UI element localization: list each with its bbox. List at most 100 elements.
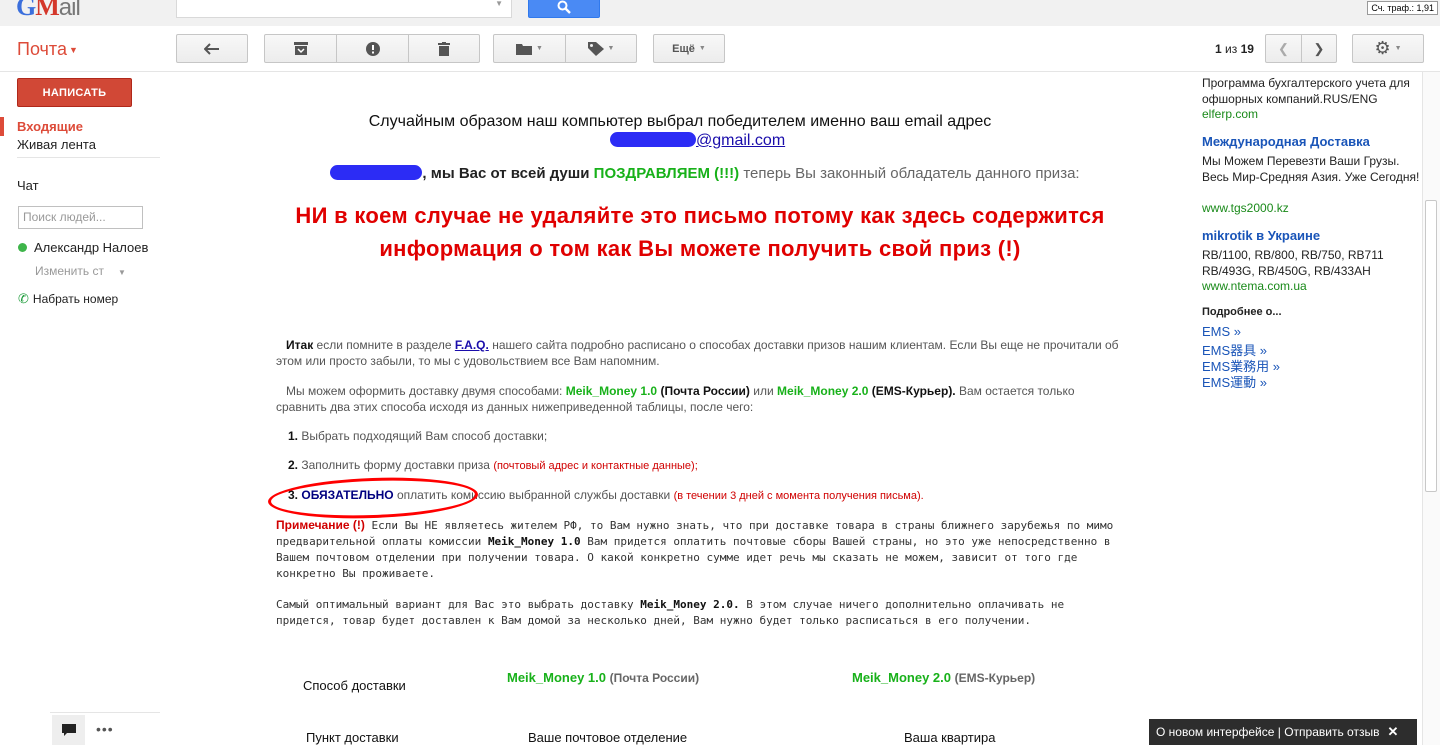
search-input[interactable]: ▼ [176, 0, 512, 18]
sidebar-divider [17, 157, 160, 158]
gmail-window: GMail ▼ Сч. траф.: 1,91 Почта ▼ ▼ ▼ Ещё … [0, 0, 1440, 745]
report-spam-button[interactable] [336, 35, 407, 62]
folder-icon [516, 43, 533, 55]
pager-current: 1 [1215, 42, 1222, 56]
table-col2-header: Meik_Money 2.0 (EMS-Курьер) [852, 670, 1035, 685]
method1-sub: (Почта России) [660, 384, 750, 398]
note-method: Meik_Money 1.0 [487, 535, 581, 548]
method2-name: Meik_Money 2.0 [777, 384, 869, 398]
action-bar: Почта ▼ ▼ ▼ Ещё ▼ 1 из 19 ❮ ❯ ⚙ ▼ [0, 26, 1440, 72]
chevron-down-icon: ▼ [1394, 45, 1402, 52]
ad3-text: RB/1100, RB/800, RB/750, RB711 RB/493G, … [1202, 248, 1384, 278]
step-2-number: 2. [288, 458, 299, 472]
message-body: Случайным образом наш компьютер выбрал п… [160, 72, 1190, 745]
congrats-pre: , мы Вас от всей души [422, 165, 590, 182]
winner-email-link[interactable]: @gmail.com [610, 132, 785, 150]
ad1-url[interactable]: elferp.com [1202, 107, 1258, 121]
method1-name: Meik_Money 1.0 [565, 384, 658, 398]
chevron-left-icon: ❮ [1278, 40, 1289, 56]
congrats-line: , мы Вас от всей души ПОЗДРАВЛЯЕМ (!!!) … [160, 165, 1190, 182]
logo-g: G [16, 0, 36, 21]
search-options-dropdown-icon[interactable]: ▼ [495, 0, 503, 8]
email-suffix: @gmail.com [696, 132, 786, 149]
more-button[interactable]: Ещё ▼ [653, 34, 725, 63]
step-1: 1. Выбрать подходящий Вам способ доставк… [288, 428, 1138, 444]
mail-menu-label: Почта [17, 39, 67, 59]
status-label: Изменить ст [35, 264, 104, 278]
step-3-note: (в течении 3 дней с момента получения пи… [673, 490, 924, 502]
ad1-text: Программа бухгалтерского учета для офшор… [1202, 76, 1410, 106]
red-highlight-circle [267, 474, 479, 522]
more-label: Ещё [672, 42, 695, 55]
col2-name: Meik_Money 2.0 [852, 670, 951, 685]
mail-menu[interactable]: Почта ▼ [17, 39, 78, 60]
col1-name: Meik_Money 1.0 [507, 670, 606, 685]
related-link-1[interactable]: EMS » [1202, 324, 1241, 339]
logo-m: M [35, 0, 60, 21]
traffic-counter: Сч. траф.: 1,91 [1367, 1, 1438, 15]
feedback-bar[interactable]: О новом интерфейсе | Отправить отзыв ✕ [1149, 719, 1417, 745]
settings-button[interactable]: ⚙ ▼ [1352, 34, 1424, 63]
ad2-url[interactable]: www.tgs2000.kz [1202, 201, 1289, 215]
chevron-down-icon: ▼ [607, 45, 615, 52]
gmail-logo[interactable]: GMail [16, 0, 81, 22]
col1-sub: (Почта России) [609, 671, 700, 685]
back-button[interactable] [176, 34, 248, 63]
chat-toggle-button[interactable] [52, 715, 85, 745]
spam-icon [365, 41, 380, 56]
table-row2-label: Пункт доставки [306, 730, 399, 745]
older-button[interactable]: ❯ [1300, 35, 1336, 62]
search-button[interactable] [528, 0, 600, 18]
congrats-post: теперь Вы законный обладатель данного пр… [743, 165, 1080, 182]
contact-name: Александр Налоев [34, 240, 149, 255]
ad3-url[interactable]: www.ntema.com.ua [1202, 279, 1307, 293]
back-arrow-icon [204, 42, 219, 55]
move-to-button[interactable]: ▼ [494, 35, 565, 62]
paragraph-delivery-methods: Мы можем оформить доставку двумя способа… [276, 383, 1126, 415]
related-link-4[interactable]: EMS運動 » [1202, 372, 1267, 391]
sidebar-item-feed[interactable]: Живая лента [17, 137, 96, 152]
table-row1-label: Способ доставки [303, 678, 406, 693]
chat-contact[interactable]: Александр Налоев [18, 240, 148, 255]
tag-icon [587, 41, 604, 56]
opt-a: Самый оптимальный вариант для Вас это вы… [276, 598, 634, 611]
archive-button[interactable] [265, 35, 336, 62]
pager-text: 1 из 19 [1215, 42, 1254, 56]
ad2-title[interactable]: Международная Доставка [1202, 134, 1370, 149]
chevron-down-icon: ▼ [117, 268, 126, 277]
logo-rest: ail [58, 0, 81, 21]
redacted-block [330, 165, 423, 180]
pager-total: 19 [1240, 42, 1254, 56]
newer-button[interactable]: ❮ [1266, 35, 1301, 62]
step-2-note: (почтовый адрес и контактные данные); [493, 460, 698, 472]
message-actions-group [264, 34, 480, 63]
labels-button[interactable]: ▼ [565, 35, 636, 62]
delete-button[interactable] [407, 35, 479, 62]
more-options-icon[interactable]: ••• [96, 721, 114, 737]
call-phone-link[interactable]: ✆ Набрать номер [18, 291, 118, 307]
redacted-block [610, 132, 696, 147]
ad2-text: Мы Можем Перевезти Ваши Грузы. Весь Мир-… [1202, 154, 1420, 184]
status-selector[interactable]: Изменить ст ▼ [35, 264, 126, 278]
col2-sub: (EMS-Курьер) [954, 671, 1036, 685]
chat-heading: Чат [17, 178, 39, 193]
sidebar-item-inbox[interactable]: Входящие [0, 117, 160, 136]
table-col1-header: Meik_Money 1.0 (Почта России) [507, 670, 699, 685]
close-icon[interactable]: ✕ [1387, 724, 1398, 740]
ad3-title[interactable]: mikrotik в Украине [1202, 228, 1320, 243]
scrollbar-thumb[interactable] [1425, 200, 1437, 492]
table-row2-c2: Ваша квартира [904, 730, 996, 745]
step-1-number: 1. [288, 429, 299, 443]
congrats-highlight: ПОЗДРАВЛЯЕМ (!!!) [593, 165, 740, 182]
note-paragraph: Примечание (!) Если Вы НЕ являетесь жите… [276, 517, 1126, 582]
feedback-text[interactable]: О новом интерфейсе | Отправить отзыв [1156, 725, 1379, 739]
p2-a: Мы можем оформить доставку двумя способа… [286, 384, 563, 398]
search-icon [557, 0, 571, 14]
optimal-paragraph: Самый оптимальный вариант для Вас это вы… [276, 597, 1126, 629]
more-about-label: Подробнее о... [1202, 306, 1282, 318]
scrollbar[interactable] [1422, 72, 1440, 745]
step-2: 2. Заполнить форму доставки приза (почто… [288, 457, 1138, 474]
faq-link[interactable]: F.A.Q. [455, 338, 489, 352]
people-search-input[interactable]: Поиск людей... [18, 206, 143, 229]
compose-button[interactable]: НАПИСАТЬ [17, 78, 132, 107]
